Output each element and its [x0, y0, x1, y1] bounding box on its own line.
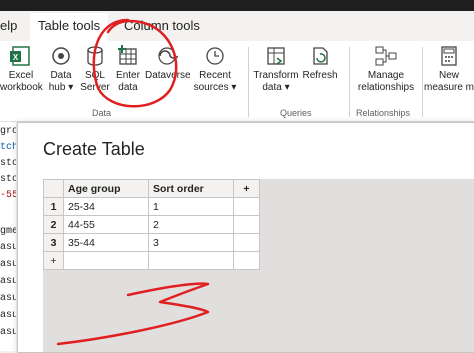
annotation-circle — [92, 18, 178, 108]
annotation-number-3 — [56, 282, 210, 346]
annotation-overlay — [56, 18, 210, 346]
